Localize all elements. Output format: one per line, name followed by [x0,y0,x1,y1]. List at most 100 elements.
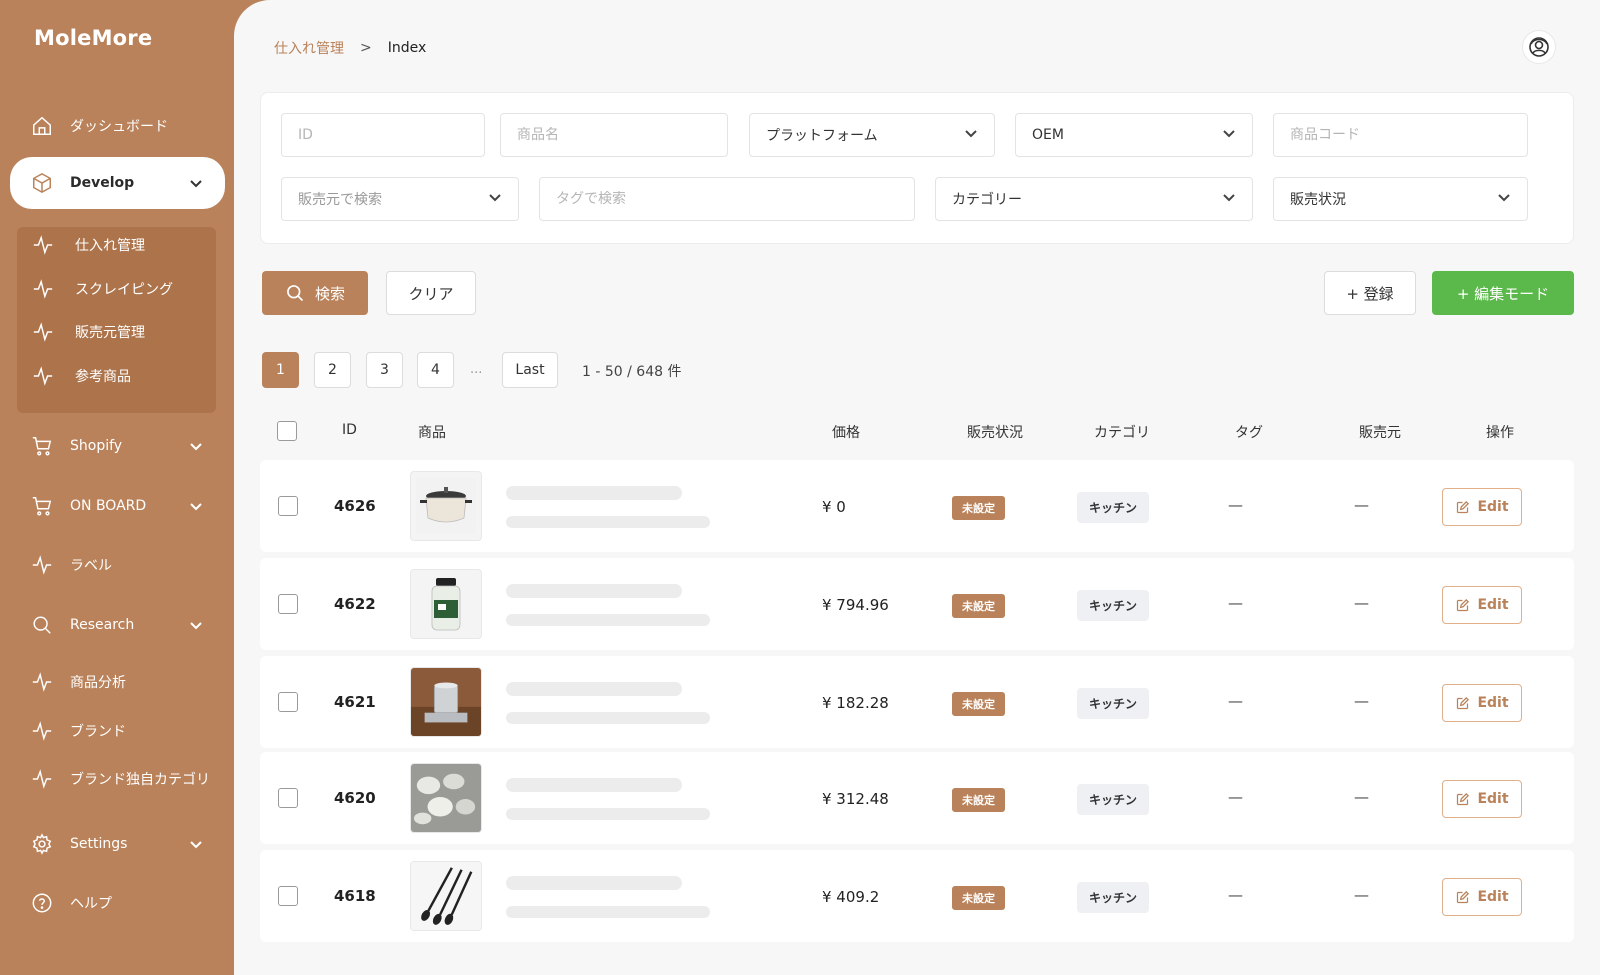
product-thumbnail[interactable] [410,471,482,541]
product-title-placeholder [506,778,682,792]
search-button-label: 検索 [314,284,345,303]
row-checkbox[interactable] [278,594,298,614]
sidebar-item-brand-category[interactable]: ブランド独自カテゴリ [10,756,225,802]
category-badge: キッチン [1077,492,1150,523]
product-subtitle-placeholder [506,614,710,626]
user-avatar-icon [1529,37,1549,57]
sidebar-item-label: ラベル [70,558,112,574]
category-select-value: カテゴリー [952,192,1022,208]
chevron-down-icon [488,190,502,208]
edit-mode-button[interactable]: + 編集モード [1432,271,1574,315]
platform-select[interactable]: プラットフォーム [749,113,995,157]
sidebar-subitem-reference-products[interactable]: 参考商品 [31,358,131,394]
sidebar-item-develop[interactable]: Develop [10,157,225,209]
row-checkbox[interactable] [278,886,298,906]
row-checkbox[interactable] [278,788,298,808]
sidebar-item-onboard[interactable]: ON BOARD [10,483,225,529]
chevron-down-icon [189,439,203,453]
sidebar-item-shopify[interactable]: Shopify [10,423,225,469]
sidebar-item-help[interactable]: ヘルプ [10,880,225,926]
seller-select[interactable]: 販売元で検索 [281,177,519,221]
row-checkbox[interactable] [278,692,298,712]
sidebar-item-product-analysis[interactable]: 商品分析 [10,659,225,705]
sidebar-subitem-seller-management[interactable]: 販売元管理 [31,314,145,350]
edit-button[interactable]: Edit [1442,780,1522,818]
sidebar-item-brand[interactable]: ブランド [10,708,225,754]
table-row: 4621 ¥ 182.28 未設定 キッチン — — Edit [260,656,1574,748]
product-title-placeholder [506,876,682,890]
sidebar-subitem-purchasing[interactable]: 仕入れ管理 [31,227,145,263]
user-avatar[interactable] [1522,30,1556,64]
sidebar-item-label: ブランド独自カテゴリ [70,772,210,788]
edit-icon [1457,598,1470,611]
sidebar-subitem-scraping[interactable]: スクレイピング [31,271,173,307]
edit-button[interactable]: Edit [1442,684,1522,722]
cart-icon [30,434,54,458]
edit-button[interactable]: Edit [1442,586,1522,624]
row-id: 4626 [334,497,376,515]
sidebar-item-label: Shopify [70,438,123,454]
search-button[interactable]: 検索 [262,271,368,315]
help-icon [30,891,54,915]
row-tag: — [1228,788,1243,806]
cart-icon [30,494,54,518]
page-button-last[interactable]: Last [502,352,558,388]
row-seller: — [1354,496,1369,514]
column-header-product: 商品 [418,425,446,441]
product-thumbnail[interactable] [410,569,482,639]
product-name-input[interactable] [517,127,711,143]
category-badge: キッチン [1077,784,1150,815]
sidebar-item-label: Research [70,617,135,633]
breadcrumb-parent-link[interactable]: 仕入れ管理 [274,38,344,58]
sidebar-item-label: ON BOARD [70,498,147,514]
page-button-2[interactable]: 2 [314,352,351,388]
tag-search-input[interactable] [556,191,898,207]
edit-icon [1457,696,1470,709]
column-header-status: 販売状況 [967,425,1023,441]
sidebar-item-research[interactable]: Research [10,602,225,648]
oem-select[interactable]: OEM [1015,113,1253,157]
page-button-4[interactable]: 4 [417,352,454,388]
edit-button[interactable]: Edit [1442,878,1522,916]
status-badge: 未設定 [952,886,1005,910]
product-subtitle-placeholder [506,516,710,528]
edit-mode-button-label: + 編集モード [1456,284,1550,303]
register-button[interactable]: + 登録 [1324,271,1416,315]
sidebar-subitem-label: スクレイピング [75,282,173,298]
chevron-down-icon [1222,190,1236,208]
row-id: 4618 [334,887,376,905]
select-all-checkbox[interactable] [277,421,297,441]
row-seller: — [1354,692,1369,710]
pot-image-icon [416,478,476,534]
product-thumbnail[interactable] [410,763,482,833]
column-header-tag: タグ [1235,425,1263,441]
sidebar-item-label-page[interactable]: ラベル [10,542,225,588]
product-code-input[interactable] [1290,127,1511,143]
column-header-price: 価格 [832,425,860,441]
page-button-1[interactable]: 1 [262,352,299,388]
tag-field-wrapper [539,177,915,221]
column-header-action: 操作 [1486,425,1514,441]
column-header-category: カテゴリ [1094,425,1150,441]
row-price: ¥ 794.96 [822,596,889,614]
status-badge: 未設定 [952,594,1005,618]
id-input[interactable] [298,127,468,143]
column-header-seller: 販売元 [1359,425,1401,441]
sidebar-subitem-label: 販売元管理 [75,325,145,341]
page-button-3[interactable]: 3 [366,352,403,388]
row-tag: — [1228,594,1243,612]
sidebar-item-dashboard[interactable]: ダッシュボード [10,103,225,149]
status-badge: 未設定 [952,788,1005,812]
product-thumbnail[interactable] [410,861,482,931]
sidebar-item-label: Develop [70,175,135,191]
table-row: 4618 ¥ 409.2 未設定 キッチン — — Edit [260,850,1574,942]
product-thumbnail[interactable] [410,667,482,737]
activity-icon [30,719,54,743]
spoons-image-icon [411,862,481,930]
clear-button[interactable]: クリア [386,271,476,315]
sales-status-select[interactable]: 販売状況 [1273,177,1528,221]
row-checkbox[interactable] [278,496,298,516]
edit-button[interactable]: Edit [1442,488,1522,526]
sidebar-item-settings[interactable]: Settings [10,821,225,867]
category-select[interactable]: カテゴリー [935,177,1253,221]
